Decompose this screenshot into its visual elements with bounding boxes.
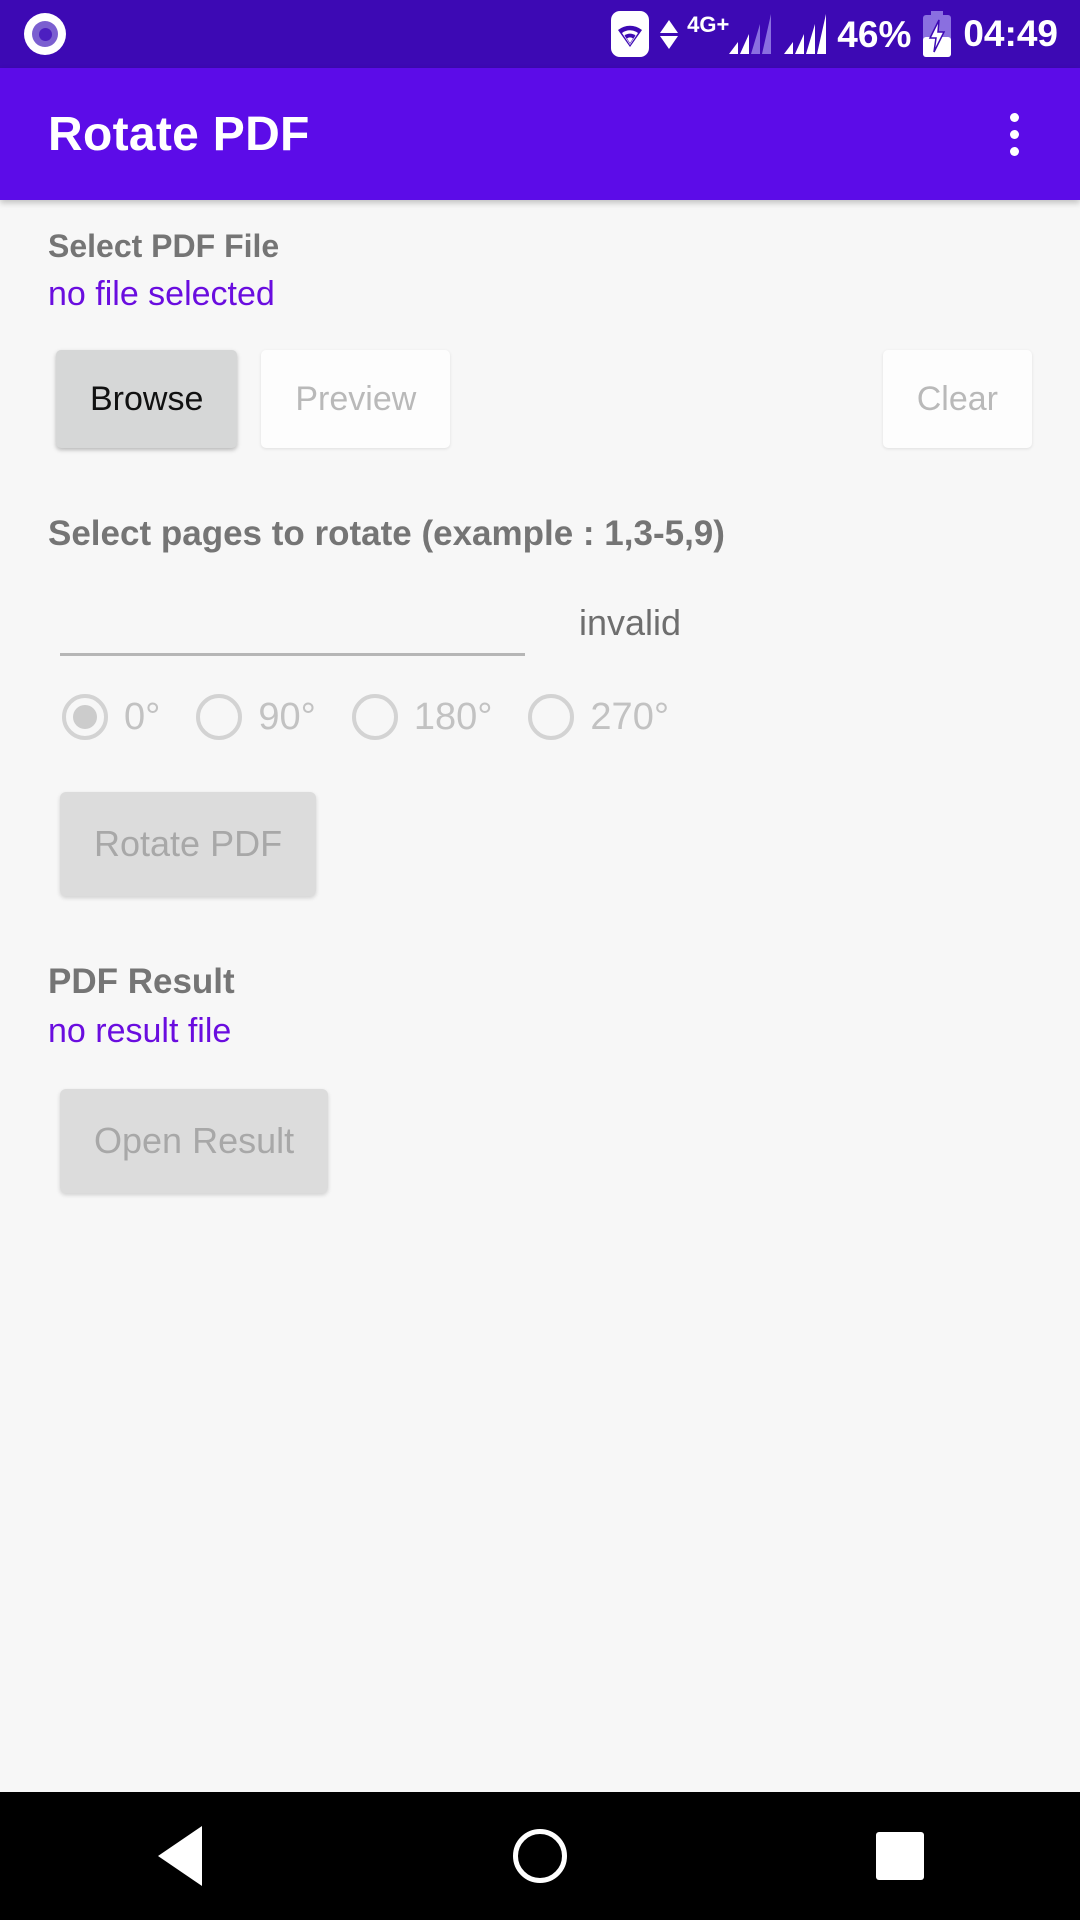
recents-button[interactable] (825, 1792, 975, 1920)
radio-label-90: 90° (258, 695, 316, 738)
app-bar: Rotate PDF (0, 68, 1080, 200)
pages-input-row: invalid (0, 594, 1080, 656)
result-file-status: no result file (48, 1012, 232, 1050)
overflow-menu-icon[interactable] (978, 89, 1050, 179)
browse-button[interactable]: Browse (56, 350, 238, 448)
pages-input[interactable] (60, 594, 525, 656)
selected-file-status: no file selected (48, 275, 275, 313)
file-action-row: Browse Preview Clear (0, 350, 1080, 448)
rotate-pdf-button[interactable]: Rotate PDF (60, 792, 317, 896)
radio-label-0: 0° (124, 695, 161, 738)
radio-label-270: 270° (590, 695, 670, 738)
radio-option-0[interactable]: 0° (62, 694, 160, 740)
radio-option-270[interactable]: 270° (528, 694, 669, 740)
mobile-network-group: 4G+ (687, 12, 772, 56)
status-bar-left (24, 13, 66, 55)
radio-unselected-icon[interactable] (528, 694, 575, 740)
rotate-action-row: Rotate PDF (0, 792, 1080, 896)
page-title: Rotate PDF (48, 107, 310, 161)
status-bar: 4G+ 46% 04:49 (0, 0, 1080, 68)
battery-charging-icon (922, 11, 952, 57)
data-transfer-arrows-icon (660, 19, 679, 49)
phone-screen: 4G+ 46% 04:49 Rotate PDF Select PDF File… (0, 0, 1080, 1920)
preview-button[interactable]: Preview (261, 350, 451, 448)
main-content: Select PDF File no file selected Browse … (0, 200, 1080, 1792)
signal-bars-icon (727, 12, 772, 56)
pages-validity-label: invalid (579, 602, 682, 643)
network-type-label: 4G+ (687, 12, 730, 37)
radio-label-180: 180° (413, 695, 493, 738)
radio-option-90[interactable]: 90° (196, 694, 316, 740)
clear-button[interactable]: Clear (882, 350, 1032, 448)
open-result-row: Open Result (0, 1089, 1080, 1193)
recents-square-icon (876, 1832, 924, 1880)
clock-label: 04:49 (963, 13, 1058, 54)
pdf-result-label: PDF Result (48, 962, 235, 1001)
open-result-button[interactable]: Open Result (60, 1089, 329, 1193)
radio-unselected-icon[interactable] (196, 694, 243, 740)
signal-bars-icon (782, 12, 827, 56)
home-button[interactable] (465, 1792, 615, 1920)
select-pdf-file-label: Select PDF File (48, 228, 280, 264)
circle-app-icon (24, 13, 66, 55)
system-navigation-bar (0, 1792, 1080, 1920)
rotation-radio-group: 0° 90° 180° 270° (0, 694, 1080, 740)
battery-percent-label: 46% (837, 13, 912, 55)
back-button[interactable] (105, 1792, 255, 1920)
radio-option-180[interactable]: 180° (351, 694, 493, 740)
select-pages-label: Select pages to rotate (example : 1,3-5,… (48, 514, 725, 553)
status-bar-right: 4G+ 46% 04:49 (611, 11, 1058, 57)
home-circle-icon (513, 1829, 567, 1883)
radio-unselected-icon[interactable] (351, 694, 398, 740)
radio-selected-icon[interactable] (62, 694, 108, 740)
back-triangle-icon (158, 1826, 202, 1886)
wifi-icon (611, 11, 650, 57)
